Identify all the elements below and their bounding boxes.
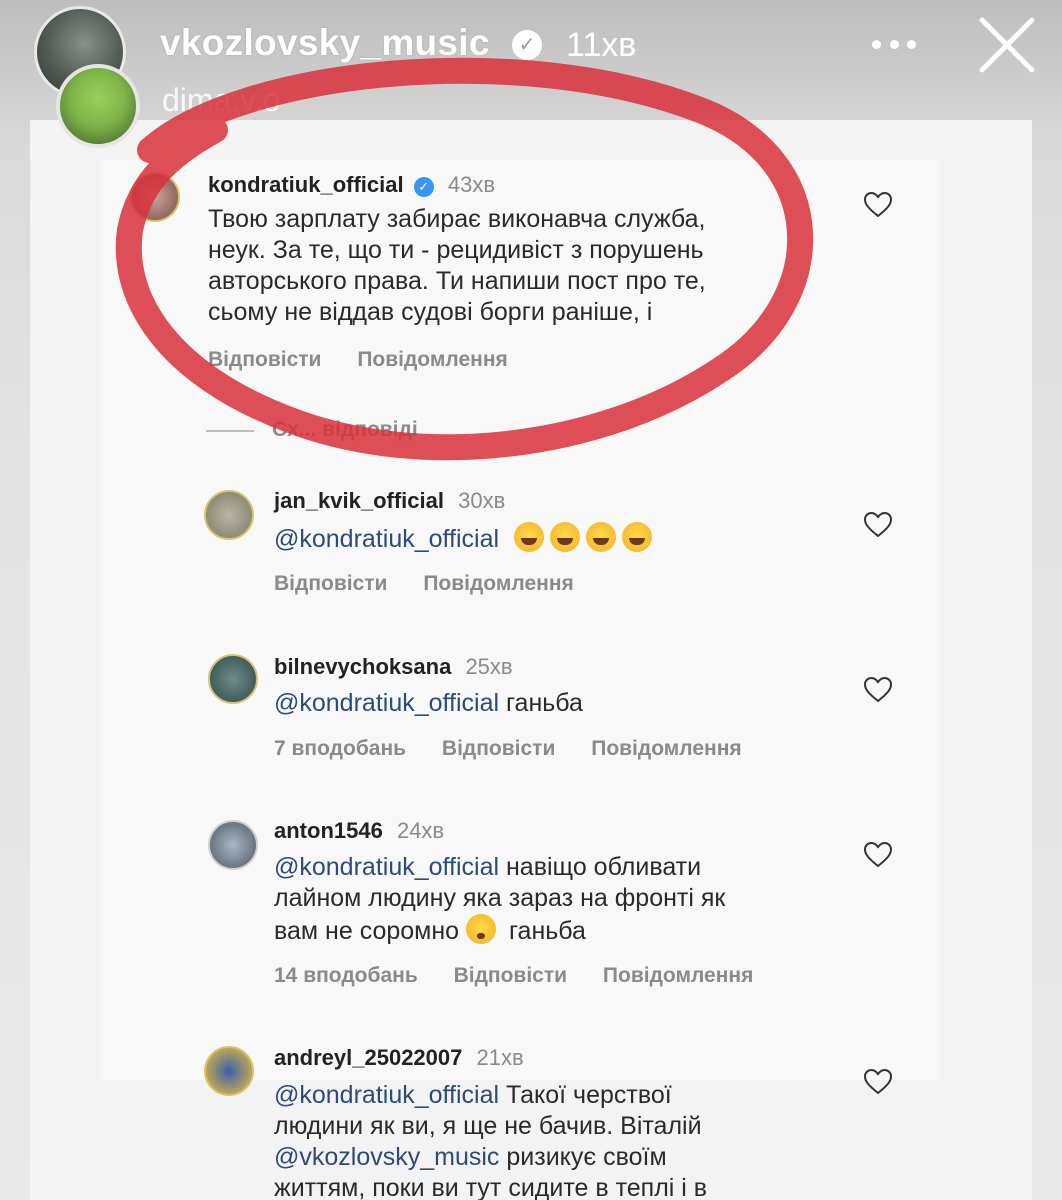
comment-line: авторського права. Ти напиши пост про те… bbox=[208, 267, 706, 295]
comment-text: Твою зарплату забирає виконавча служба, … bbox=[208, 204, 706, 328]
comment-avatar[interactable] bbox=[130, 172, 180, 222]
comment-avatar[interactable] bbox=[204, 1046, 254, 1096]
comment-line: сьому не віддав судові борги раніше, і bbox=[208, 298, 653, 326]
likes-count[interactable]: 14 вподобань bbox=[274, 964, 418, 987]
comment-time: 25хв bbox=[465, 654, 513, 679]
reposted-avatar[interactable] bbox=[56, 64, 140, 148]
comment-line: вам не соромно bbox=[274, 917, 467, 945]
message-button[interactable]: Повідомлення bbox=[357, 348, 507, 371]
comment-username[interactable]: andreyl_25022007 bbox=[274, 1045, 462, 1070]
comment-line: Такої черствої bbox=[499, 1081, 672, 1109]
heart-icon[interactable] bbox=[864, 842, 892, 868]
story-header: vkozlovsky_music ✓ 11хв dima.v.o bbox=[0, 0, 1062, 150]
comment-line: ризикує своїм bbox=[499, 1143, 667, 1171]
likes-count[interactable]: 7 вподобань bbox=[274, 737, 406, 760]
comment-time: 30хв bbox=[458, 488, 506, 513]
comment-text: @kondratiuk_official bbox=[274, 522, 658, 555]
comment-line: людини як ви, я ще не бачив. Віталій bbox=[274, 1112, 702, 1140]
reposted-username[interactable]: dima.v.o bbox=[162, 82, 281, 119]
reply-button[interactable]: Відповісти bbox=[442, 737, 555, 760]
more-options-icon[interactable] bbox=[868, 22, 920, 66]
comment-body: ганьба bbox=[499, 689, 583, 717]
reply-button[interactable]: Відповісти bbox=[274, 572, 387, 595]
laughing-emoji-icon bbox=[514, 522, 658, 553]
comment-time: 21хв bbox=[476, 1045, 524, 1070]
comment-line: лайном людину яка зараз на фронті як bbox=[274, 884, 726, 912]
divider bbox=[206, 430, 254, 432]
comment-username[interactable]: anton1546 bbox=[274, 818, 383, 843]
verified-icon: ✓ bbox=[512, 30, 542, 60]
comment-username[interactable]: jan_kvik_official bbox=[274, 488, 444, 513]
comment-text: @kondratiuk_official Такої черствої люди… bbox=[274, 1080, 707, 1200]
reply-button[interactable]: Відповісти bbox=[454, 964, 567, 987]
comment-line: життям, поки ви тут сидите в теплі і в bbox=[274, 1174, 708, 1200]
story-time: 11хв bbox=[566, 26, 637, 64]
hide-replies-button[interactable]: Сх... відповіді bbox=[272, 418, 418, 442]
mention-link[interactable]: @kondratiuk_official bbox=[274, 525, 499, 553]
comment-text: @kondratiuk_official навіщо обливати лай… bbox=[274, 852, 725, 947]
message-button[interactable]: Повідомлення bbox=[423, 572, 573, 595]
mention-link[interactable]: @vkozlovsky_music bbox=[274, 1143, 499, 1171]
comment-avatar[interactable] bbox=[208, 654, 258, 704]
close-icon[interactable] bbox=[976, 14, 1038, 76]
heart-icon[interactable] bbox=[864, 677, 892, 703]
message-button[interactable]: Повідомлення bbox=[591, 737, 741, 760]
message-button[interactable]: Повідомлення bbox=[603, 964, 753, 987]
comment-username[interactable]: bilnevychoksana bbox=[274, 654, 451, 679]
comment-avatar[interactable] bbox=[204, 490, 254, 540]
comment-line: навіщо обливати bbox=[499, 853, 702, 881]
story-username[interactable]: vkozlovsky_music bbox=[160, 22, 490, 64]
heart-icon[interactable] bbox=[864, 512, 892, 538]
heart-icon[interactable] bbox=[864, 192, 892, 218]
comment-line: ганьба bbox=[502, 917, 586, 945]
comment-time: 43хв bbox=[447, 172, 496, 197]
comment-avatar[interactable] bbox=[208, 820, 258, 870]
reply-button[interactable]: Відповісти bbox=[208, 348, 321, 371]
comment-line: Твою зарплату забирає виконавча служба, bbox=[208, 205, 706, 233]
flushed-emoji-icon bbox=[466, 914, 497, 944]
mention-link[interactable]: @kondratiuk_official bbox=[274, 1081, 499, 1109]
comment-time: 24хв bbox=[396, 818, 445, 843]
heart-icon[interactable] bbox=[864, 1069, 892, 1095]
comment-text: @kondratiuk_official ганьба bbox=[274, 688, 583, 719]
verified-icon: ✓ bbox=[413, 177, 434, 197]
comment-line: неук. За те, що ти - рецидивіст з поруше… bbox=[208, 236, 704, 264]
comment-username[interactable]: kondratiuk_official bbox=[208, 172, 404, 197]
mention-link[interactable]: @kondratiuk_official bbox=[274, 853, 499, 881]
mention-link[interactable]: @kondratiuk_official bbox=[274, 689, 499, 717]
